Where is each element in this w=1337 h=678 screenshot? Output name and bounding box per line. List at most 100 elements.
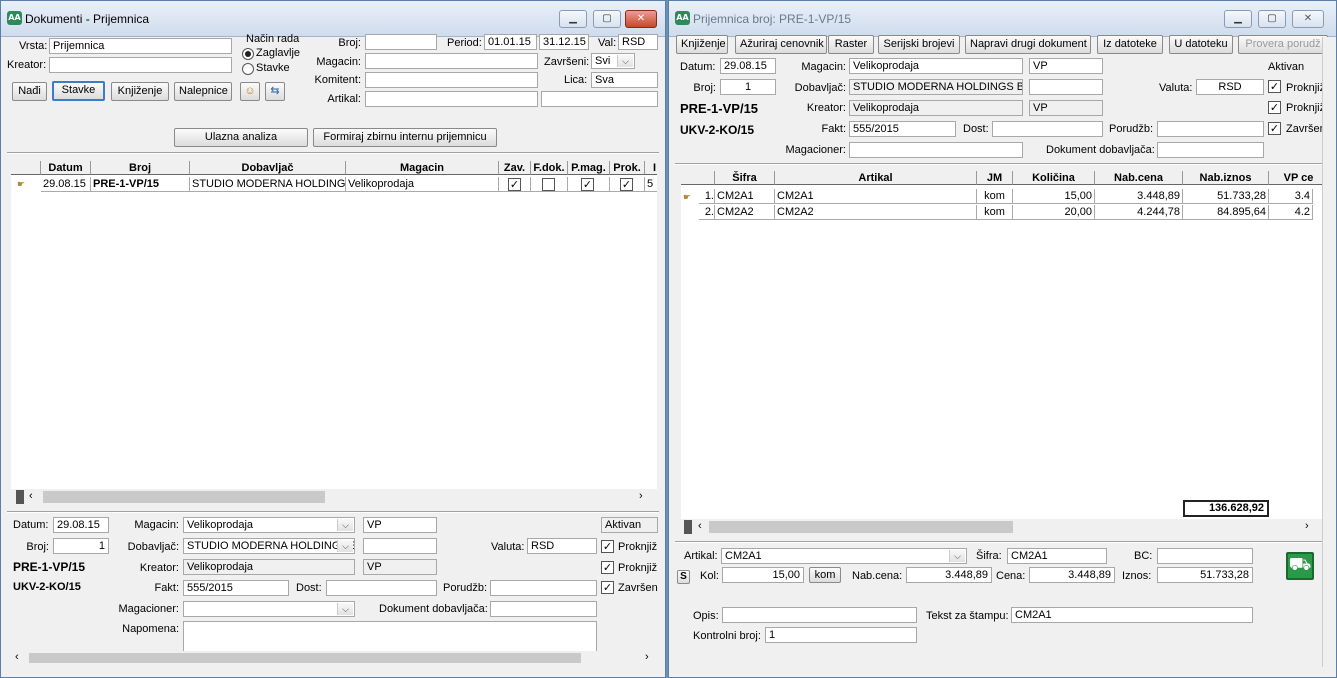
chevron-left-icon[interactable]: ‹: [698, 520, 702, 532]
komitent-input[interactable]: [365, 72, 538, 88]
fdok-checkbox[interactable]: [542, 178, 555, 191]
col-prok[interactable]: Prok.: [610, 161, 645, 175]
knjizenje-button[interactable]: Knjiženje: [676, 35, 728, 54]
col-i[interactable]: I: [645, 161, 657, 175]
chevron-right-icon[interactable]: ›: [645, 651, 649, 663]
azuriraj-cenovnik-button[interactable]: Ažuriraj cenovnik: [735, 35, 827, 54]
d-broj-input[interactable]: 1: [53, 538, 109, 554]
opis-input[interactable]: [722, 607, 917, 623]
chevron-right-icon[interactable]: ›: [1305, 520, 1309, 532]
kreator-input[interactable]: [49, 57, 232, 73]
col-nabiznos[interactable]: Nab.iznos: [1183, 171, 1269, 185]
sifra-input[interactable]: CM2A1: [1007, 548, 1107, 564]
chevron-down-icon[interactable]: ⌵: [617, 55, 633, 67]
scroll-thumb[interactable]: [29, 653, 581, 663]
col-fdok[interactable]: F.dok.: [531, 161, 568, 175]
col-jm[interactable]: JM: [977, 171, 1013, 185]
napravi-dokument-button[interactable]: Napravi drugi dokument: [965, 35, 1091, 54]
scroll-thumb[interactable]: [43, 491, 325, 503]
chevron-left-icon[interactable]: ‹: [29, 490, 33, 502]
ulazna-analiza-button[interactable]: Ulazna analiza: [174, 128, 308, 147]
minimize-button[interactable]: ▁: [559, 10, 587, 28]
title-bar[interactable]: AA Prijemnica broj: PRE-1-VP/15 ▁ ▢ ✕: [669, 1, 1336, 37]
chevron-right-icon[interactable]: ›: [639, 490, 643, 502]
table-row[interactable]: 2. CM2A2 CM2A2 kom 20,00 4.244,78 84.895…: [681, 205, 1325, 221]
d-dost-input[interactable]: [326, 580, 437, 596]
d-dokdob-input[interactable]: [490, 601, 597, 617]
zavrsen-checkbox[interactable]: ✓: [1268, 122, 1281, 135]
zavrseni-select[interactable]: Svi ⌵: [591, 53, 635, 69]
col-pmag[interactable]: P.mag.: [568, 161, 610, 175]
chevron-left-icon[interactable]: ‹: [15, 651, 19, 663]
magacioner-input[interactable]: [849, 142, 1023, 158]
col-sifra[interactable]: Šifra: [715, 171, 775, 185]
radio-zaglavlje[interactable]: [242, 48, 254, 60]
detail-scrollbar[interactable]: ‹ ›: [11, 651, 657, 665]
iznos-input[interactable]: 51.733,28: [1157, 567, 1253, 583]
artikal-name-input[interactable]: [541, 91, 658, 107]
valuta-input[interactable]: RSD: [1196, 79, 1264, 95]
lica-input[interactable]: Sva: [591, 72, 658, 88]
proknjiz-checkbox[interactable]: ✓: [1268, 80, 1281, 93]
dokdob-input[interactable]: [1157, 142, 1264, 158]
cart-icon[interactable]: ⛟: [1286, 552, 1314, 580]
val-input[interactable]: RSD: [618, 34, 658, 50]
radio-stavke[interactable]: [242, 63, 254, 75]
table-row[interactable]: ☛ 1. CM2A1 CM2A1 kom 15,00 3.448,89 51.7…: [681, 189, 1325, 205]
maximize-button[interactable]: ▢: [593, 10, 621, 28]
col-kolicina[interactable]: Količina: [1013, 171, 1095, 185]
minimize-button[interactable]: ▁: [1224, 10, 1252, 28]
d-magacin-select[interactable]: Velikoprodaja ⌵: [183, 517, 355, 533]
table-row[interactable]: ☛ 29.08.15 PRE-1-VP/15 STUDIO MODERNA HO…: [11, 177, 657, 193]
col-artikal[interactable]: Artikal: [775, 171, 977, 185]
nalepnice-button[interactable]: Nalepnice: [174, 82, 232, 101]
col-nabcena[interactable]: Nab.cena: [1095, 171, 1183, 185]
d-valuta-input[interactable]: RSD: [527, 538, 597, 554]
kontrolni-input[interactable]: 1: [765, 627, 917, 643]
col-magacin[interactable]: Magacin: [346, 161, 499, 175]
proknjiz2-checkbox[interactable]: ✓: [1268, 101, 1281, 114]
d-proknjiz2-checkbox[interactable]: ✓: [601, 561, 614, 574]
formiraj-button[interactable]: Formiraj zbirnu internu prijemnicu: [313, 128, 497, 147]
porudzb-input[interactable]: [1157, 121, 1264, 137]
period-to-input[interactable]: 31.12.15: [539, 34, 589, 50]
iz-datoteke-button[interactable]: Iz datoteke: [1097, 35, 1163, 54]
fakt-input[interactable]: 555/2015: [849, 121, 956, 137]
raster-button[interactable]: Raster: [828, 35, 874, 54]
maximize-button[interactable]: ▢: [1258, 10, 1286, 28]
chevron-down-icon[interactable]: ⌵: [337, 519, 353, 531]
jm-button[interactable]: kom: [809, 567, 841, 583]
export-icon[interactable]: ⇆: [265, 82, 285, 101]
title-bar[interactable]: AA Dokumenti - Prijemnica ▁ ▢ ✕: [1, 1, 665, 37]
datum-input[interactable]: 29.08.15: [720, 58, 776, 74]
d-dobavljac-select[interactable]: STUDIO MODERNA HOLDINGS E ⌵: [183, 538, 355, 554]
kol-input[interactable]: 15,00: [722, 567, 804, 583]
d-datum-input[interactable]: 29.08.15: [53, 517, 109, 533]
u-datoteku-button[interactable]: U datoteku: [1169, 35, 1233, 54]
chevron-down-icon[interactable]: ⌵: [949, 550, 965, 562]
d-napomena-textarea[interactable]: [183, 621, 597, 653]
vrsta-input[interactable]: Prijemnica: [49, 38, 232, 54]
nadji-button[interactable]: Nađi: [12, 82, 47, 101]
d-fakt-input[interactable]: 555/2015: [183, 580, 289, 596]
d-proknjiz-checkbox[interactable]: ✓: [601, 540, 614, 553]
d-zavrsen-checkbox[interactable]: ✓: [601, 581, 614, 594]
knjizenje-button[interactable]: Knjiženje: [111, 82, 169, 101]
col-vpcena[interactable]: VP ce: [1269, 171, 1325, 185]
artikal-input[interactable]: [365, 91, 538, 107]
pmag-checkbox[interactable]: ✓: [581, 178, 594, 191]
d-magacioner-select[interactable]: ⌵: [183, 601, 355, 617]
vertical-scrollbar[interactable]: [1322, 37, 1336, 667]
provera-porudzb-button[interactable]: Provera porudž: [1238, 35, 1328, 54]
zav-checkbox[interactable]: ✓: [508, 178, 521, 191]
documents-scrollbar[interactable]: ‹ ›: [11, 489, 657, 505]
user-icon[interactable]: ☺: [240, 82, 260, 101]
stavke-button[interactable]: Stavke: [52, 81, 105, 101]
serijski-brojevi-button[interactable]: Serijski brojevi: [878, 35, 960, 54]
col-zav[interactable]: Zav.: [499, 161, 531, 175]
chevron-down-icon[interactable]: ⌵: [337, 603, 353, 615]
nabcena-input[interactable]: 3.448,89: [906, 567, 992, 583]
prok-checkbox[interactable]: ✓: [620, 178, 633, 191]
col-datum[interactable]: Datum: [41, 161, 91, 175]
cena-input[interactable]: 3.448,89: [1029, 567, 1115, 583]
